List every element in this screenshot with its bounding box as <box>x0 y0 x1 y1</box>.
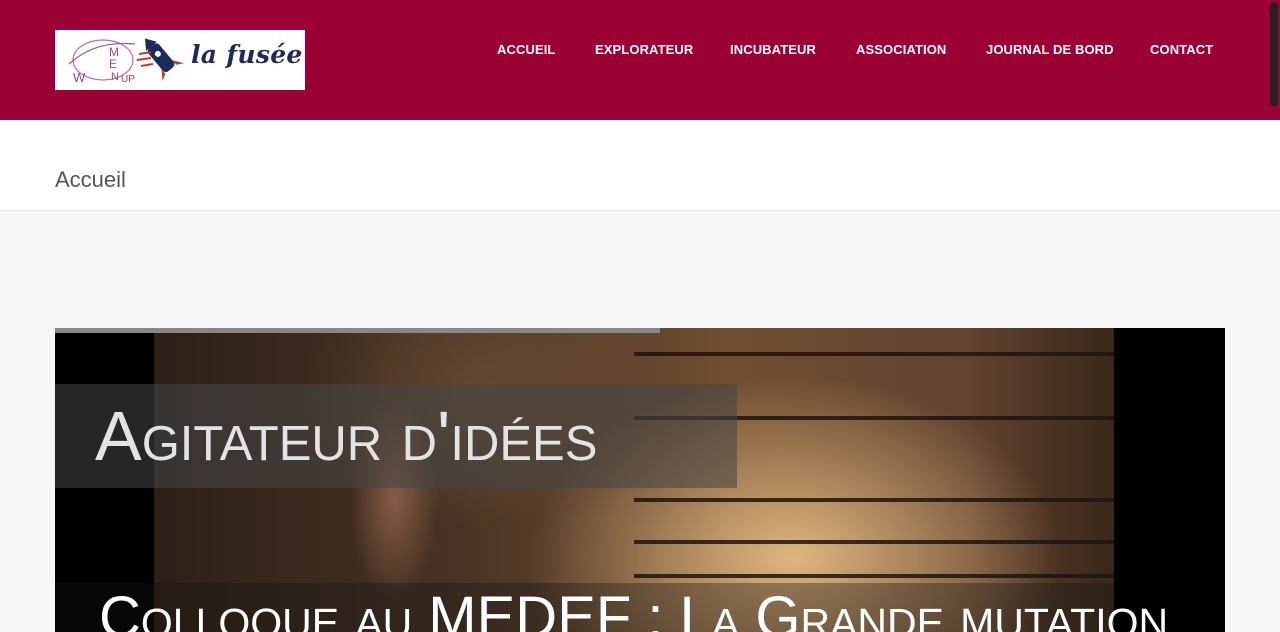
slide-image-stripe <box>634 540 1114 544</box>
nav-item-explorateur[interactable]: EXPLORATEUR <box>595 42 693 57</box>
hero-slider[interactable]: Agitateur d'idées Colloque au MEDEF : La… <box>55 328 1225 632</box>
svg-text:UP: UP <box>121 74 135 85</box>
slide-image-stripe <box>634 498 1114 502</box>
nav-item-accueil[interactable]: ACCUEIL <box>497 42 555 57</box>
slide-caption-box: Agitateur d'idées <box>55 384 737 488</box>
nav-item-journal-de-bord[interactable]: JOURNAL DE BORD <box>986 42 1114 57</box>
page-title: Accueil <box>55 166 126 192</box>
slide-subcaption: Colloque au MEDEF : La Grande mutation <box>99 585 1169 632</box>
slide-progress-bar <box>55 328 660 333</box>
svg-text:W: W <box>73 70 86 85</box>
slide-image-stripe <box>634 352 1114 356</box>
main-nav: ACCUEIL EXPLORATEUR INCUBATEUR ASSOCIATI… <box>0 42 1280 62</box>
scrollbar-thumb[interactable] <box>1270 2 1278 106</box>
nav-item-incubateur[interactable]: INCUBATEUR <box>730 42 816 57</box>
nav-item-association[interactable]: ASSOCIATION <box>856 42 946 57</box>
nav-item-contact[interactable]: CONTACT <box>1150 42 1213 57</box>
slide-image-stripe <box>634 574 1114 578</box>
slide-caption: Agitateur d'idées <box>95 397 598 475</box>
page-title-bar: Accueil <box>0 120 1280 211</box>
svg-text:N: N <box>111 71 119 83</box>
site-header: W M E N UP la fusée ACCUEIL EXPLORATEUR … <box>0 0 1280 120</box>
